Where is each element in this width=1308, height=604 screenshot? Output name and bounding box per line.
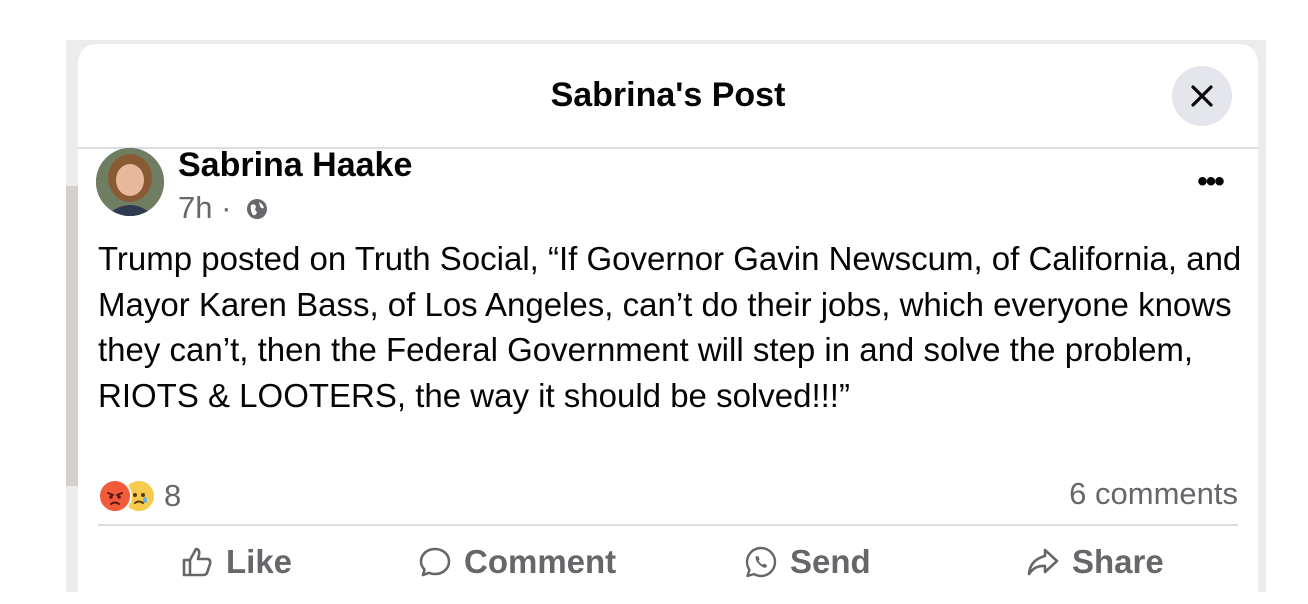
- whatsapp-icon: [745, 546, 777, 578]
- avatar-photo: [96, 148, 164, 216]
- comment-button[interactable]: Comment: [418, 540, 616, 584]
- meta-separator: ·: [221, 190, 232, 225]
- globe-icon: [247, 199, 268, 219]
- reaction-count: 8: [164, 478, 182, 513]
- close-button[interactable]: [1172, 66, 1232, 126]
- like-label: Like: [226, 543, 293, 580]
- comments-count[interactable]: 6 comments: [1069, 476, 1238, 512]
- share-icon: [1027, 548, 1059, 576]
- actions-divider: [98, 524, 1238, 526]
- close-icon: [1191, 85, 1213, 107]
- dialog-title: Sabrina's Post: [550, 76, 786, 114]
- send-label: Send: [790, 543, 871, 580]
- comment-icon: [419, 547, 451, 577]
- like-button[interactable]: Like: [180, 540, 292, 584]
- share-button[interactable]: Share: [1026, 540, 1164, 584]
- more-options-icon: •••: [1197, 165, 1224, 198]
- reactions-summary[interactable]: 8: [98, 476, 181, 516]
- send-button[interactable]: Send: [744, 540, 871, 584]
- avatar[interactable]: [96, 148, 164, 216]
- angry-reaction-icon: [98, 479, 132, 513]
- share-label: Share: [1072, 543, 1164, 580]
- comment-label: Comment: [464, 543, 617, 580]
- more-options-button[interactable]: •••: [1190, 167, 1230, 202]
- background-image-edge: [66, 186, 78, 486]
- post-body: Trump posted on Truth Social, “If Govern…: [98, 240, 1242, 414]
- author-name[interactable]: Sabrina Haake: [178, 146, 412, 185]
- like-icon: [182, 547, 212, 577]
- post-meta: 7h ·: [178, 190, 268, 226]
- post-time[interactable]: 7h: [178, 190, 212, 225]
- dialog-header: Sabrina's Post: [78, 44, 1258, 149]
- post-dialog: Sabrina's Post Sabrina Haake 7h · ••• Tr…: [78, 44, 1258, 604]
